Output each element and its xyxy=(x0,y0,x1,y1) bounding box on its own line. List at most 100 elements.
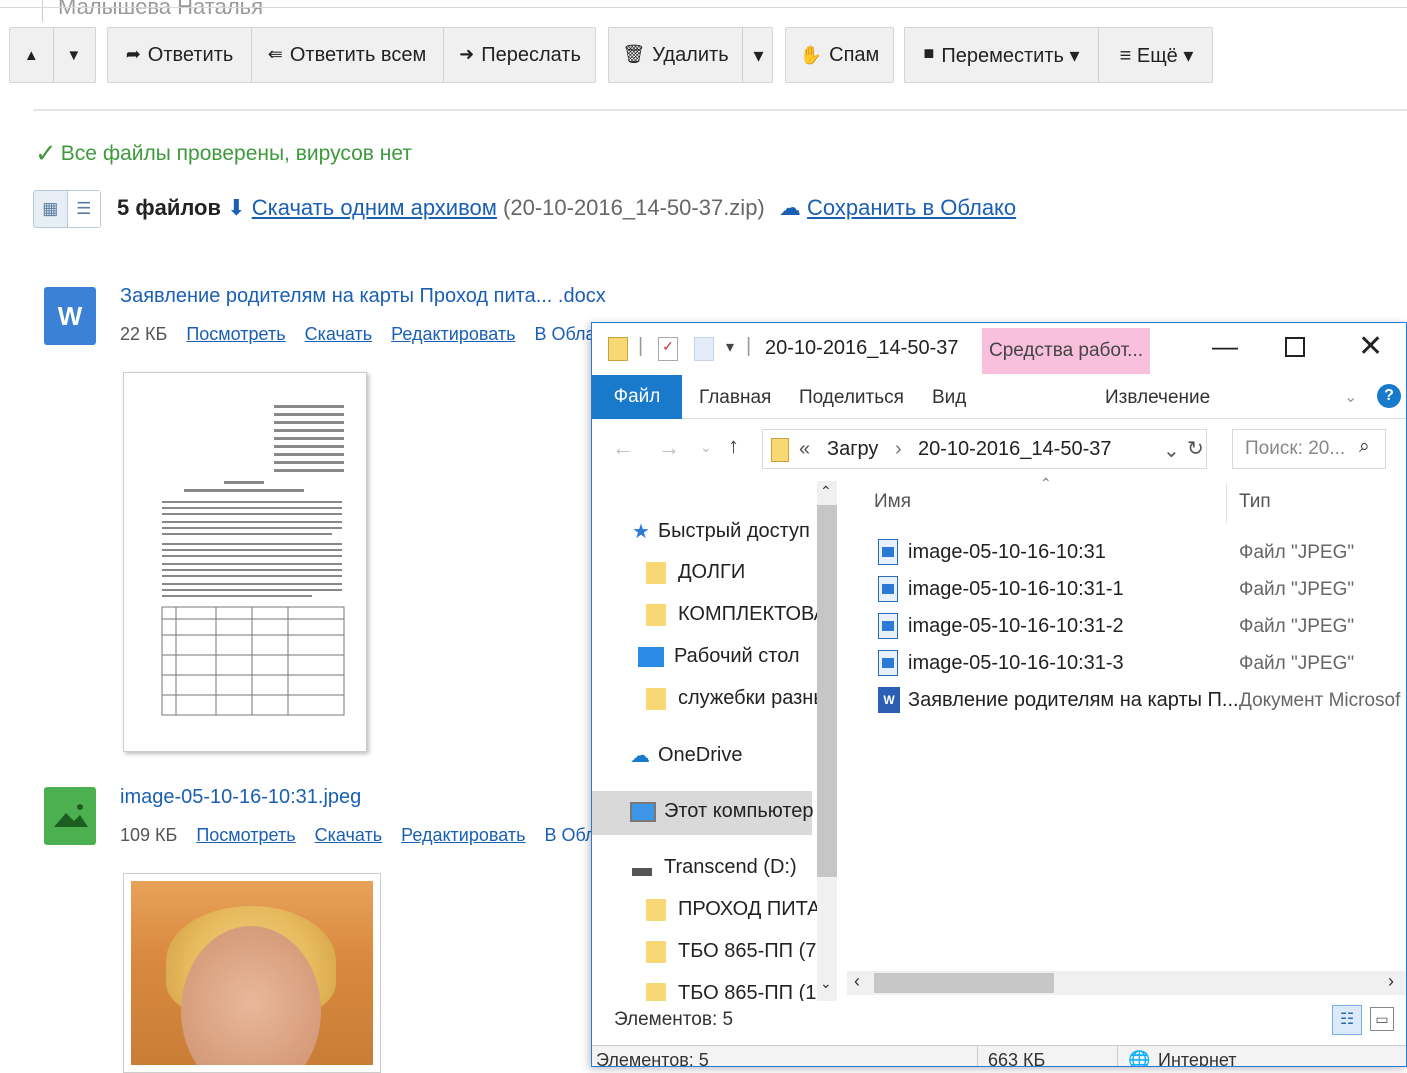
folder-icon: ■ xyxy=(923,42,935,63)
more-button[interactable]: ≡ Ещё ▾ xyxy=(1099,43,1214,68)
delete-button[interactable]: 🗑 Удалить xyxy=(609,44,742,67)
word-icon: W xyxy=(44,287,96,345)
nav-item-transcend[interactable]: Transcend (D:) xyxy=(632,856,797,879)
file-row[interactable]: W Заявление родителям на карты П... xyxy=(878,687,1239,713)
minimize-button[interactable]: — xyxy=(1212,331,1238,362)
save-to-cloud-link[interactable]: Сохранить в Облако xyxy=(807,195,1016,220)
nav-scrollbar-thumb[interactable] xyxy=(817,505,837,877)
address-part[interactable]: 20-10-2016_14-50-37 xyxy=(918,438,1112,461)
nav-item-prokhod[interactable]: ПРОХОД ПИТА xyxy=(646,898,817,921)
tab-view[interactable]: Вид xyxy=(932,387,966,409)
attachment-name[interactable]: Заявление родителям на карты Проход пита… xyxy=(120,285,606,308)
next-message-button[interactable]: ▼ xyxy=(53,47,96,64)
folder-icon xyxy=(646,687,666,710)
ribbon-expand-icon[interactable]: ⌄ xyxy=(1344,387,1357,407)
cloud-link[interactable]: В Обл xyxy=(544,825,595,845)
scroll-down-icon[interactable]: ⌄ xyxy=(820,975,832,992)
nav-item-komplektova[interactable]: КОМПЛЕКТОВА xyxy=(646,603,817,626)
delete-group: 🗑 Удалить ▾ xyxy=(608,27,773,83)
folder-icon xyxy=(646,982,666,1001)
document-preview[interactable] xyxy=(123,372,367,752)
sort-asc-icon: ⌃ xyxy=(1040,475,1052,491)
back-arrow-icon[interactable]: ← xyxy=(612,435,634,461)
download-icon: ⬇ xyxy=(227,195,246,220)
prev-message-button[interactable]: ▲ xyxy=(10,47,53,64)
file-type: Файл "JPEG" xyxy=(1239,542,1355,563)
reply-group: ➦ Ответить ⇚ Ответить всем ➜ Переслать xyxy=(107,27,596,83)
zip-folder-icon xyxy=(771,438,789,462)
file-row[interactable]: image-05-10-16-10:31-3 xyxy=(878,650,1124,676)
close-button[interactable]: ✕ xyxy=(1358,329,1383,364)
cloud-link[interactable]: В Обла xyxy=(534,324,595,344)
view-link[interactable]: Посмотреть xyxy=(186,324,285,344)
file-type: Файл "JPEG" xyxy=(1239,616,1355,637)
nav-item-tbo-71[interactable]: ТБО 865-ПП (71 xyxy=(646,940,817,963)
tab-share[interactable]: Поделиться xyxy=(799,387,904,409)
scroll-left-icon[interactable]: ‹ xyxy=(854,971,860,992)
tab-extract[interactable]: Извлечение xyxy=(1105,387,1210,409)
tools-tab[interactable]: Средства работ... xyxy=(982,328,1150,374)
new-folder-icon[interactable] xyxy=(694,337,714,361)
tab-file[interactable]: Файл xyxy=(592,375,682,419)
view-link[interactable]: Посмотреть xyxy=(196,825,295,845)
attachment-name[interactable]: image-05-10-16-10:31.jpeg xyxy=(120,786,361,809)
files-summary: 5 файлов ⬇ Скачать одним архивом (20-10-… xyxy=(117,195,1017,220)
address-part[interactable]: Загру xyxy=(827,438,878,461)
reply-button[interactable]: ➦ Ответить xyxy=(108,44,251,67)
folder-icon xyxy=(646,898,666,921)
recent-dropdown-icon[interactable]: ⌄ xyxy=(700,439,712,456)
maximize-button[interactable] xyxy=(1285,337,1305,357)
help-icon[interactable]: ? xyxy=(1377,384,1401,408)
folder-icon xyxy=(646,603,666,626)
nav-item-tbo-12[interactable]: ТБО 865-ПП (12 xyxy=(646,982,817,1001)
quick-access-dropdown-icon[interactable]: ▾ xyxy=(726,337,734,357)
search-input[interactable]: Поиск: 20... ⌕ xyxy=(1232,429,1386,469)
forward-button[interactable]: ➜ Переслать xyxy=(444,44,596,67)
nav-item-this-pc[interactable]: Этот компьютер xyxy=(630,800,814,823)
nav-item-onedrive[interactable]: ☁ OneDrive xyxy=(630,743,742,768)
nav-item-desktop[interactable]: Рабочий стол xyxy=(638,645,800,668)
ribbon-tabs: Файл Главная Поделиться Вид Извлечение ⌄… xyxy=(592,375,1406,419)
refresh-icon[interactable]: ↻ xyxy=(1187,436,1204,461)
folder-icon xyxy=(646,940,666,963)
move-button[interactable]: ■ Переместить ▾ xyxy=(905,43,1098,68)
download-link[interactable]: Скачать xyxy=(315,825,383,845)
grid-view-icon[interactable]: ▦ xyxy=(34,191,67,227)
reply-all-button[interactable]: ⇚ Ответить всем xyxy=(252,44,442,67)
scroll-up-icon[interactable]: ⌃ xyxy=(820,483,832,500)
file-row[interactable]: image-05-10-16-10:31-1 xyxy=(878,576,1124,602)
download-link[interactable]: Скачать xyxy=(305,324,373,344)
image-icon xyxy=(44,787,96,845)
jpeg-file-icon xyxy=(878,539,898,565)
edit-link[interactable]: Редактировать xyxy=(391,324,515,344)
address-bar[interactable]: « Загру › 20-10-2016_14-50-37 ⌄ ↻ xyxy=(762,429,1207,469)
file-type: Документ Microsof xyxy=(1239,690,1401,711)
column-type[interactable]: Тип xyxy=(1239,491,1271,513)
scroll-right-icon[interactable]: › xyxy=(1388,971,1394,992)
list-view-icon[interactable]: ☰ xyxy=(66,191,100,227)
file-row[interactable]: image-05-10-16-10:31-2 xyxy=(878,613,1124,639)
image-preview[interactable] xyxy=(123,873,381,1073)
up-arrow-icon[interactable]: ↑ xyxy=(728,433,739,459)
search-icon: ⌕ xyxy=(1359,436,1370,457)
nav-item-dolgi[interactable]: ДОЛГИ xyxy=(646,561,745,584)
nav-item-sluzhebki[interactable]: служебки разны xyxy=(646,687,817,710)
properties-icon[interactable]: ✓ xyxy=(658,337,678,361)
file-row[interactable]: image-05-10-16-10:31 xyxy=(878,539,1106,565)
column-name[interactable]: Имя xyxy=(874,491,911,513)
forward-arrow-icon[interactable]: → xyxy=(658,435,680,461)
download-archive-link[interactable]: Скачать одним архивом xyxy=(252,195,497,220)
edit-link[interactable]: Редактировать xyxy=(401,825,525,845)
virus-scan-status: ✓ Все файлы проверены, вирусов нет xyxy=(35,138,412,168)
address-dropdown-icon[interactable]: ⌄ xyxy=(1163,438,1180,463)
large-icons-view-icon[interactable]: ▭ xyxy=(1370,1007,1394,1031)
tab-home[interactable]: Главная xyxy=(699,387,771,409)
spam-button[interactable]: ✋ Спам xyxy=(785,27,894,83)
nav-arrows: ▲ ▼ xyxy=(9,27,96,83)
forward-icon: ➜ xyxy=(459,43,475,64)
horizontal-scrollbar-thumb[interactable] xyxy=(874,973,1054,993)
nav-item-quick-access[interactable]: ★ Быстрый доступ xyxy=(632,519,810,544)
document-thumbnail xyxy=(161,405,345,716)
details-view-icon[interactable]: ☷ xyxy=(1332,1005,1362,1035)
delete-menu-button[interactable]: ▾ xyxy=(743,43,774,68)
